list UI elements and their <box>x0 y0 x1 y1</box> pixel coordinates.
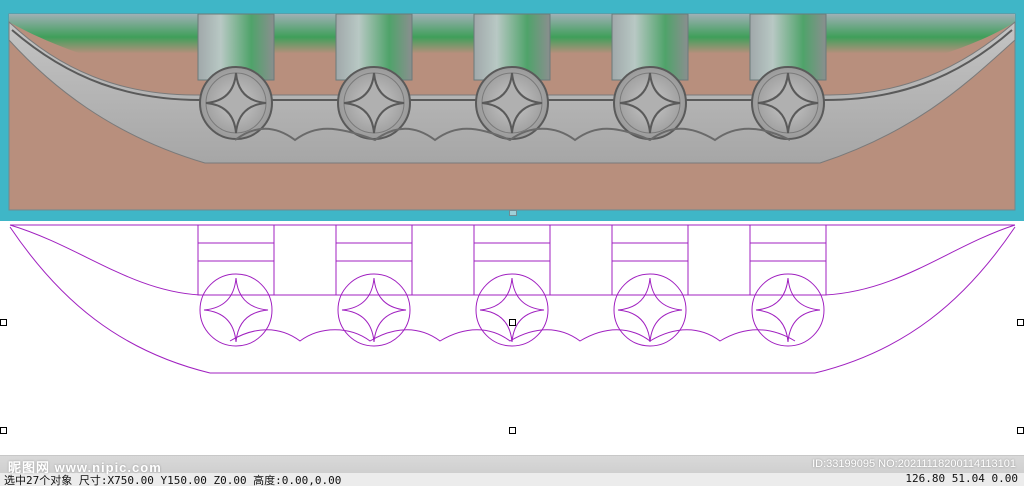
vector-right-outer <box>814 226 1016 374</box>
vector-coin-star <box>203 277 269 343</box>
vector-coin-ring <box>613 273 687 347</box>
relief-render-canvas[interactable] <box>0 0 1024 221</box>
selection-handle-bottom-center[interactable] <box>509 427 516 434</box>
selection-handle-left[interactable] <box>0 319 7 326</box>
vector-coin-star <box>755 277 821 343</box>
vector-canvas[interactable] <box>0 221 1024 455</box>
selection-handle-bottom-left[interactable] <box>0 427 7 434</box>
relief-render-view[interactable] <box>0 0 1024 221</box>
vector-block <box>749 224 827 296</box>
vector-coin-ring <box>475 273 549 347</box>
vector-block <box>611 224 689 296</box>
watermark-band: 昵图网 www.nipic.com ID:33199095 NO:2021111… <box>0 456 1024 475</box>
vector-coin-ring <box>751 273 825 347</box>
view-divider-handle[interactable] <box>509 210 517 216</box>
vector-coin-star <box>617 277 683 343</box>
vector-left-outer <box>9 226 211 374</box>
vector-coin-ring <box>199 273 273 347</box>
cursor-coordinates: 126.80 51.04 0.00 <box>905 472 1018 485</box>
selection-handle-center[interactable] <box>509 319 516 326</box>
vector-coin-star <box>479 277 545 343</box>
vector-left-arc <box>9 224 201 296</box>
vector-wireframe-view[interactable] <box>0 221 1024 455</box>
vector-block <box>473 224 551 296</box>
vector-coin-ring <box>337 273 411 347</box>
selection-handle-right[interactable] <box>1017 319 1024 326</box>
watermark-id-text: ID:33199095 NO:20211118200114113101 <box>812 458 1016 470</box>
status-bar: 昵图网 www.nipic.com ID:33199095 NO:2021111… <box>0 455 1024 487</box>
vector-right-arc <box>824 224 1016 296</box>
vector-block <box>197 224 275 296</box>
vector-block <box>335 224 413 296</box>
selection-handle-bottom-right[interactable] <box>1017 427 1024 434</box>
